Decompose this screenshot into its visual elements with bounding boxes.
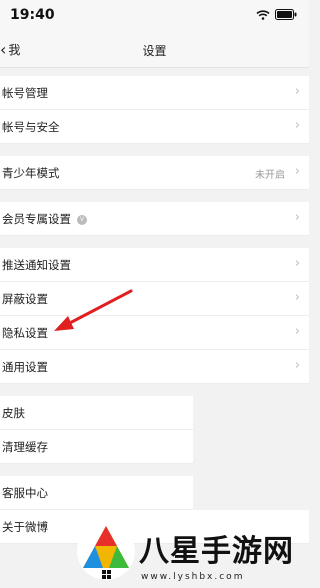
chevron-right-icon: ›: [294, 256, 300, 271]
row-label: 帐号管理: [2, 86, 48, 100]
row-customer-service[interactable]: 客服中心: [0, 476, 193, 510]
row-push-notification[interactable]: 推送通知设置 ›: [0, 248, 309, 282]
row-label: 皮肤: [2, 406, 25, 420]
page-title: 设置: [142, 44, 167, 58]
wifi-icon: [256, 9, 270, 20]
chevron-right-icon: ›: [294, 324, 300, 339]
row-label: 帐号与安全: [2, 120, 60, 134]
row-account-security[interactable]: 帐号与安全 ›: [0, 110, 309, 144]
row-label: 关于微博: [2, 520, 48, 534]
row-label: 推送通知设置: [2, 258, 71, 272]
row-label: 隐私设置: [2, 326, 48, 340]
member-badge-icon: V: [77, 214, 87, 225]
row-skin[interactable]: 皮肤: [0, 396, 193, 430]
row-label: 客服中心: [2, 486, 48, 500]
chevron-right-icon: ›: [294, 210, 300, 225]
row-privacy-settings[interactable]: 隐私设置 ›: [0, 316, 309, 350]
row-label: 屏蔽设置: [2, 292, 48, 306]
chevron-right-icon: ›: [294, 358, 300, 373]
row-general-settings[interactable]: 通用设置 ›: [0, 350, 309, 384]
row-member-settings[interactable]: 会员专属设置 V ›: [0, 202, 309, 236]
watermark-url: www.lyshbx.com: [141, 572, 245, 582]
status-bar: 19:40: [0, 0, 309, 32]
battery-icon: [275, 9, 297, 20]
chevron-right-icon: ›: [294, 290, 300, 305]
row-label-wrap: 会员专属设置 V: [2, 211, 87, 227]
chevron-right-icon: ›: [294, 118, 300, 133]
row-label: 会员专属设置: [2, 212, 71, 226]
youth-mode-status: 未开启: [255, 170, 285, 181]
status-time: 19:40: [10, 7, 55, 23]
row-clear-cache[interactable]: 清理缓存: [0, 430, 193, 464]
watermark-brand: 八星手游网: [139, 534, 294, 569]
status-icons: [256, 9, 297, 20]
row-label: 清理缓存: [2, 440, 48, 454]
chevron-right-icon: ›: [294, 164, 300, 179]
row-account-management[interactable]: 帐号管理 ›: [0, 76, 309, 110]
watermark-logo-icon: [77, 522, 135, 580]
row-label: 通用设置: [2, 360, 48, 374]
chevron-right-icon: ›: [294, 84, 300, 99]
row-label: 青少年模式: [2, 166, 60, 180]
row-youth-mode[interactable]: 青少年模式 未开启 ›: [0, 156, 309, 190]
row-block-settings[interactable]: 屏蔽设置 ›: [0, 282, 309, 316]
nav-bar: ‹ 我 设置: [0, 32, 309, 68]
watermark: 八星手游网 www.lyshbx.com: [75, 516, 305, 586]
